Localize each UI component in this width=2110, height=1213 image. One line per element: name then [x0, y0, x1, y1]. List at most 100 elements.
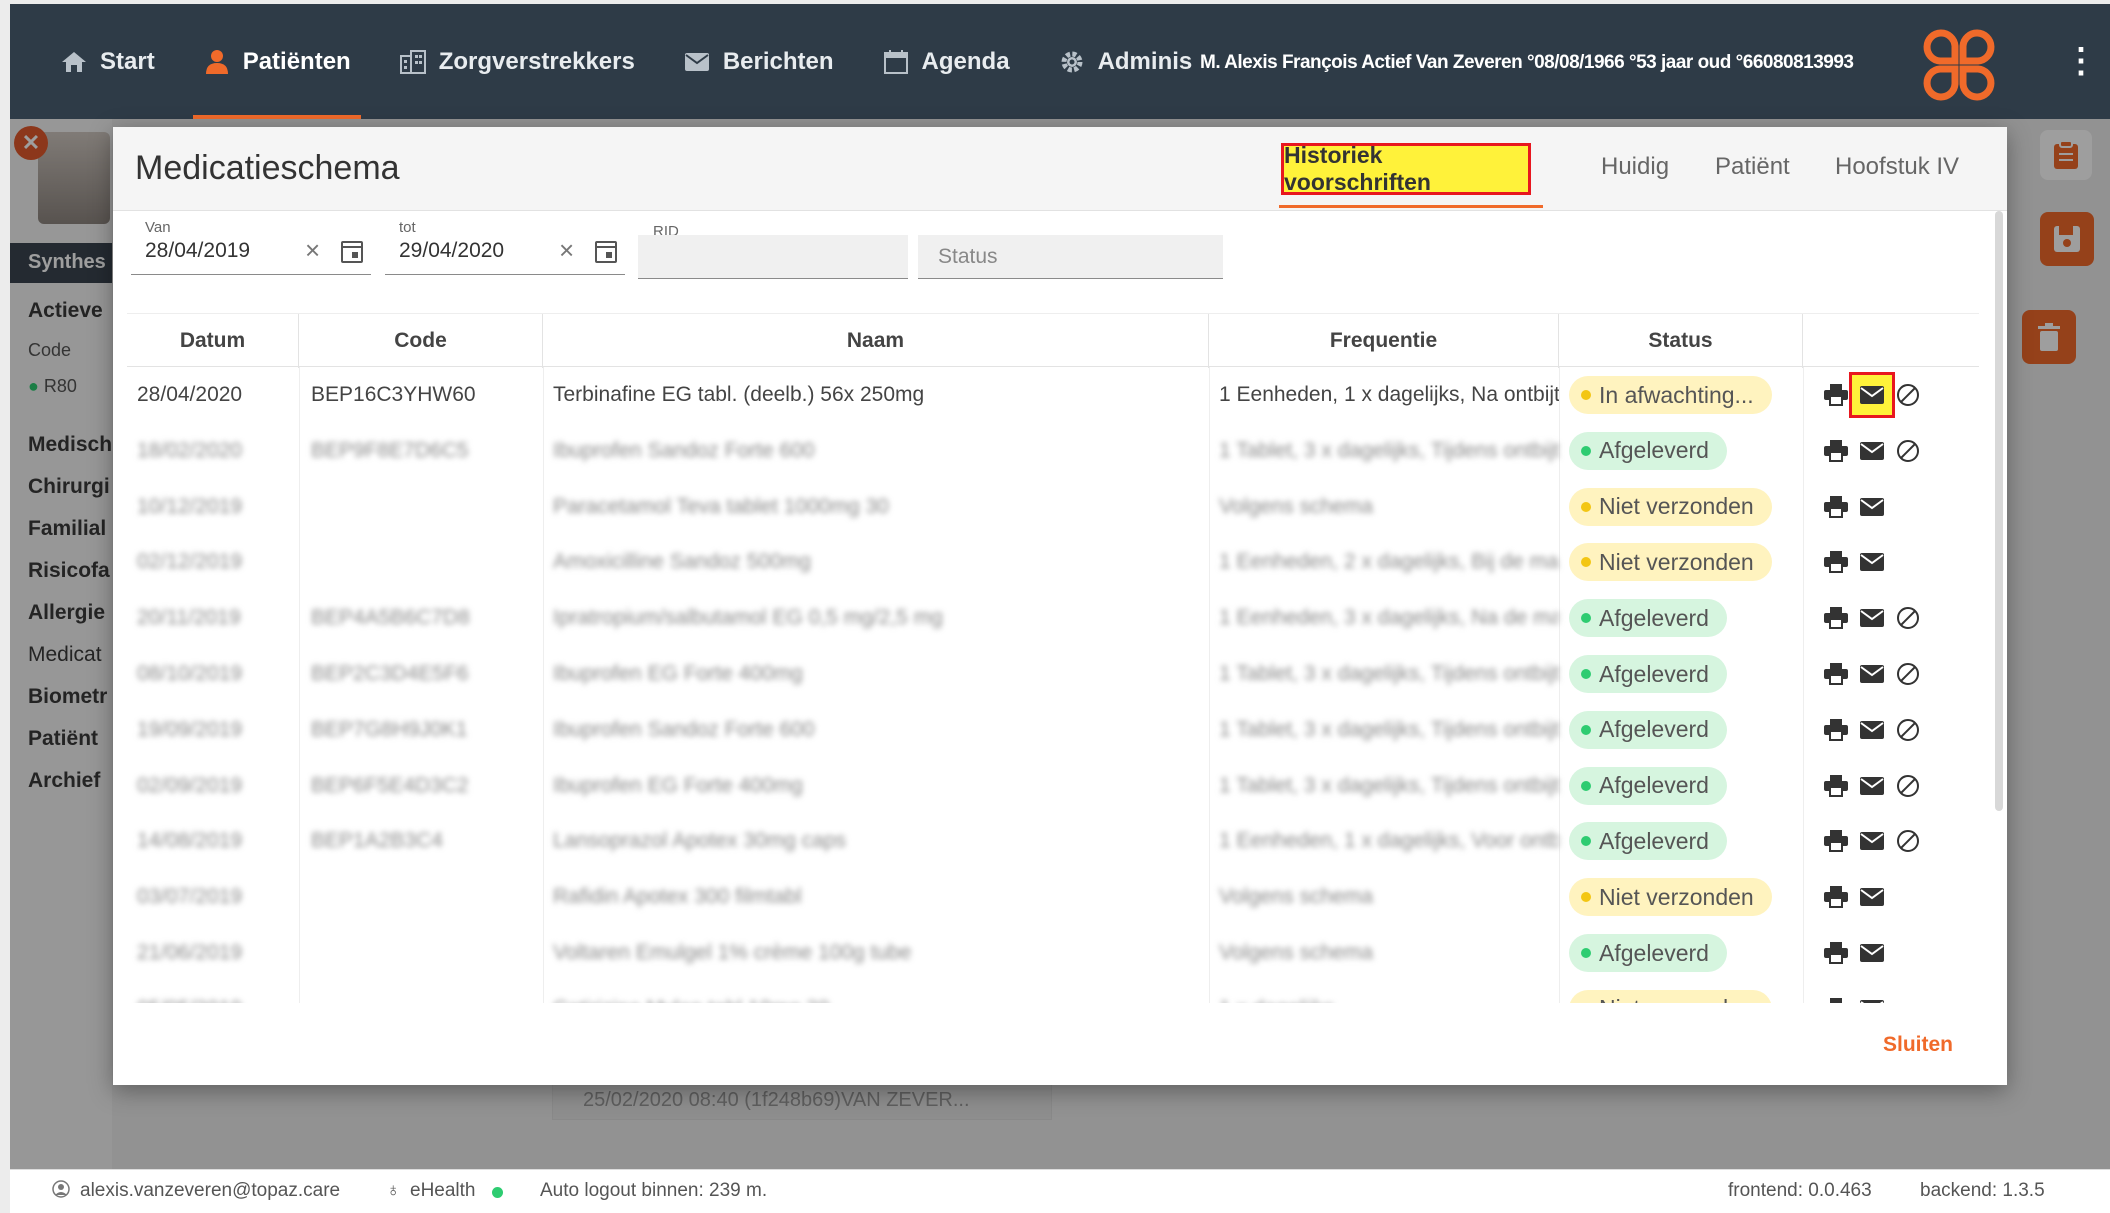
nav-administratie[interactable]: Adminis [1034, 4, 1217, 119]
print-icon[interactable] [1823, 996, 1849, 1003]
status-select[interactable]: Status [918, 235, 1223, 279]
table-row[interactable]: 14/08/2019 BEP1A2B3C4 Lansoprazol Apotex 3… [127, 813, 1979, 869]
send-mail-icon[interactable] [1859, 438, 1885, 464]
cell-frequency: 1 Tablet, 3 x dagelijks, Tijdens ontbijt [1219, 717, 1559, 741]
revoke-icon[interactable] [1895, 382, 1921, 408]
status-badge: Afgeleverd [1569, 710, 1727, 749]
print-icon[interactable] [1823, 828, 1849, 854]
revoke-icon[interactable] [1895, 773, 1921, 799]
cell-frequency: 1 Tablet, 3 x dagelijks, Tijdens ontbijt [1219, 773, 1559, 797]
column-header-code[interactable]: Code [299, 314, 543, 368]
row-actions [1823, 925, 1885, 981]
print-icon[interactable] [1823, 494, 1849, 520]
print-icon[interactable] [1823, 438, 1849, 464]
send-mail-icon[interactable] [1859, 996, 1885, 1003]
print-icon[interactable] [1823, 549, 1849, 575]
more-menu-icon[interactable]: ⋮ [2064, 44, 2098, 78]
send-mail-icon[interactable] [1859, 661, 1885, 687]
column-header-status[interactable]: Status [1559, 314, 1803, 368]
print-icon[interactable] [1823, 717, 1849, 743]
calendar-icon[interactable] [341, 241, 363, 263]
send-mail-icon[interactable] [1859, 494, 1885, 520]
print-icon[interactable] [1823, 382, 1849, 408]
table-row[interactable]: 05/05/2019 Cetirizine Mylan tabl 10mg 20 1… [127, 981, 1979, 1003]
cell-code: BEP16C3YHW60 [311, 383, 476, 406]
print-icon[interactable] [1823, 661, 1849, 687]
table-row[interactable]: 20/11/2019 BEP4A5B6C7D8 Ipratropium/salbut… [127, 590, 1979, 646]
tab-huidig[interactable]: Huidig [1601, 153, 1669, 181]
nav-agenda[interactable]: Agenda [858, 4, 1034, 119]
clear-to-date-icon[interactable]: × [559, 235, 574, 266]
status-dot-icon [1581, 780, 1591, 791]
prescriptions-table: Datum Code Naam Frequentie Status 28/04/… [127, 313, 1979, 1003]
tab-patient[interactable]: Patiënt [1715, 153, 1790, 181]
clear-from-date-icon[interactable]: × [305, 235, 320, 266]
tab-historiek-voorschriften[interactable]: Historiek voorschriften [1281, 142, 1531, 195]
print-icon[interactable] [1823, 940, 1849, 966]
nav-zorgverstrekkers[interactable]: Zorgverstrekkers [375, 4, 659, 119]
nav-agenda-label: Agenda [921, 47, 1010, 75]
print-icon[interactable] [1823, 773, 1849, 799]
print-icon[interactable] [1823, 884, 1849, 910]
cell-frequency: Volgens schema [1219, 941, 1374, 964]
dialog-scrollbar[interactable] [1995, 211, 2003, 811]
cell-date: 08/10/2019 [137, 662, 243, 685]
send-mail-icon[interactable] [1849, 372, 1895, 418]
status-text: Afgeleverd [1599, 660, 1709, 687]
calendar-icon[interactable] [595, 241, 617, 263]
revoke-icon[interactable] [1895, 828, 1921, 854]
to-date-field[interactable]: 29/04/2020 × [385, 231, 625, 275]
tab-hoofstuk-iv[interactable]: Hoofstuk IV [1835, 153, 1959, 181]
nav-zorgverstrekkers-label: Zorgverstrekkers [438, 47, 635, 75]
revoke-icon[interactable] [1895, 605, 1921, 631]
status-badge: Afgeleverd [1569, 934, 1727, 972]
send-mail-icon[interactable] [1859, 828, 1885, 854]
nav-administratie-label: Adminis [1097, 47, 1193, 75]
home-icon [60, 48, 88, 76]
rid-input[interactable] [638, 235, 908, 279]
send-mail-icon[interactable] [1859, 940, 1885, 966]
table-row[interactable]: 10/12/2019 Paracetamol Teva tablet 1000mg… [127, 479, 1979, 535]
nav-patienten[interactable]: Patiënten [179, 4, 375, 119]
cell-name: Terbinafine EG tabl. (deelb.) 56x 250mg [553, 383, 925, 406]
nav-patienten-label: Patiënten [242, 47, 351, 75]
send-mail-icon[interactable] [1859, 717, 1885, 743]
revoke-icon[interactable] [1895, 438, 1921, 464]
status-badge: Afgeleverd [1569, 431, 1727, 470]
nav-start[interactable]: Start [10, 4, 179, 119]
close-button[interactable]: Sluiten [1883, 1033, 1953, 1057]
cell-date: 02/12/2019 [137, 550, 243, 574]
table-row[interactable]: 18/02/2020 BEP9F8E7D6C5 Ibuprofen Sandoz F… [127, 423, 1979, 479]
revoke-icon[interactable] [1895, 717, 1921, 743]
from-date-field[interactable]: 28/04/2019 × [131, 231, 371, 275]
column-header-naam[interactable]: Naam [543, 314, 1209, 368]
column-header-frequentie[interactable]: Frequentie [1209, 314, 1559, 368]
table-row[interactable]: 19/09/2019 BEP7G8H9J0K1 Ibuprofen Sandoz F… [127, 702, 1979, 758]
status-dot-icon [1581, 836, 1591, 847]
table-row[interactable]: 08/10/2019 BEP2C3D4E5F6 Ibuprofen EG Forte… [127, 646, 1979, 702]
column-header-datum[interactable]: Datum [127, 314, 299, 368]
send-mail-icon[interactable] [1859, 549, 1885, 575]
print-icon[interactable] [1823, 605, 1849, 631]
nav-berichten[interactable]: Berichten [659, 4, 858, 119]
table-row[interactable]: 02/09/2019 BEP6F5E4D3C2 Ibuprofen EG Forte… [127, 758, 1979, 814]
dialog-title: Medicatieschema [135, 149, 400, 187]
cell-date: 03/07/2019 [137, 885, 243, 909]
cell-date: 10/12/2019 [137, 494, 243, 518]
send-mail-icon[interactable] [1859, 773, 1885, 799]
status-badge: Afgeleverd [1569, 766, 1727, 805]
table-row[interactable]: 02/12/2019 Amoxicilline Sandoz 500mg 1 Een… [127, 534, 1979, 590]
status-badge: Niet verzonden [1569, 878, 1772, 917]
cell-name: Paracetamol Teva tablet 1000mg 30 [553, 494, 889, 518]
revoke-icon[interactable] [1895, 661, 1921, 687]
to-date-value: 29/04/2020 [399, 239, 505, 262]
send-mail-icon[interactable] [1859, 605, 1885, 631]
table-row[interactable]: 21/06/2019 Voltaren Emulgel 1% crème 100g… [127, 925, 1979, 981]
cell-date: 21/06/2019 [137, 941, 243, 964]
cell-date: 18/02/2020 [137, 438, 243, 462]
patient-banner[interactable]: M. Alexis François Actief Van Zeveren °0… [1200, 52, 1854, 74]
send-mail-icon[interactable] [1859, 884, 1885, 910]
table-row[interactable]: 28/04/2020 BEP16C3YHW60 Terbinafine EG tab… [127, 367, 1979, 423]
row-actions [1823, 646, 1921, 702]
table-row[interactable]: 03/07/2019 Rafidin Apotex 300 filmtabl Vol… [127, 869, 1979, 925]
